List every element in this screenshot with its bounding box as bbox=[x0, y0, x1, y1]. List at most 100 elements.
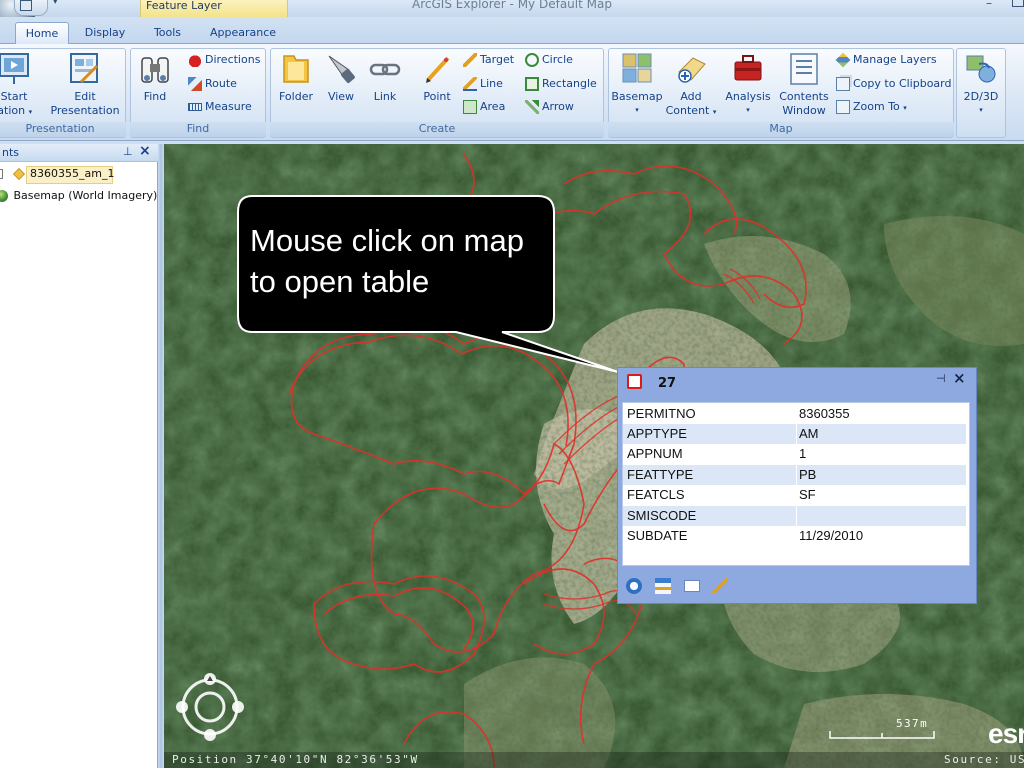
edit-pencil-icon[interactable] bbox=[712, 578, 728, 594]
layer-item-8360355[interactable]: 8360355_am_1 bbox=[0, 167, 114, 180]
basemap-grid-icon bbox=[622, 53, 652, 83]
table-row: SMISCODE bbox=[623, 506, 966, 526]
arrow-button[interactable]: Arrow bbox=[525, 99, 574, 115]
minimize-button[interactable]: – bbox=[986, 0, 992, 10]
email-icon[interactable] bbox=[684, 580, 700, 592]
target-label: Target bbox=[480, 53, 515, 66]
basemap-dropdown-icon: ▾ bbox=[635, 106, 639, 114]
tab-display[interactable]: Display bbox=[76, 22, 134, 44]
field-name: PERMITNO bbox=[627, 406, 696, 421]
layer-checkbox[interactable] bbox=[0, 169, 3, 179]
toggle-2d3d-button[interactable]: 2D/3D ▾ bbox=[956, 52, 1006, 118]
add-content-icon bbox=[678, 57, 706, 83]
link-button[interactable]: Link bbox=[366, 52, 404, 108]
folder-button[interactable]: Folder bbox=[276, 52, 316, 108]
measure-label: Measure bbox=[205, 100, 252, 113]
edit-presentation-button[interactable]: Edit Presentation bbox=[50, 52, 120, 118]
contents-window-label-2: Window bbox=[782, 104, 826, 117]
tab-home[interactable]: Home bbox=[15, 22, 69, 44]
point-button[interactable]: Point bbox=[418, 52, 456, 108]
add-to-map-icon[interactable] bbox=[655, 578, 671, 594]
area-button[interactable]: Area bbox=[463, 99, 505, 115]
basemap-button[interactable]: Basemap ▾ bbox=[611, 52, 663, 118]
callout-line-2: to open table bbox=[250, 264, 430, 299]
start-label-2-wrap: Presentation ▾ bbox=[0, 104, 46, 119]
field-value: 8360355 bbox=[799, 406, 850, 421]
directions-car-icon bbox=[188, 53, 202, 67]
field-name: FEATTYPE bbox=[627, 467, 694, 482]
dropdown-arrow-icon: ▾ bbox=[712, 108, 717, 116]
circle-icon bbox=[525, 53, 539, 67]
tab-tools[interactable]: Tools bbox=[140, 22, 195, 44]
navigation-control[interactable] bbox=[174, 671, 246, 743]
presentation-screen-icon bbox=[0, 53, 29, 84]
manage-layers-icon bbox=[835, 52, 851, 68]
feature-layer-icon bbox=[12, 168, 25, 180]
circle-button[interactable]: Circle bbox=[525, 52, 573, 68]
table-row: APPNUM 1 bbox=[623, 444, 966, 464]
contents-window-icon bbox=[790, 53, 818, 85]
field-name: APPNUM bbox=[627, 446, 683, 461]
route-button[interactable]: Route bbox=[188, 76, 237, 92]
directions-label: Directions bbox=[205, 53, 261, 66]
analysis-button[interactable]: Analysis ▾ bbox=[725, 52, 771, 118]
layer-item-basemap[interactable]: Basemap (World Imagery) bbox=[0, 189, 157, 202]
find-button[interactable]: Find bbox=[136, 52, 174, 108]
field-value: 11/29/2010 bbox=[799, 528, 864, 543]
table-row: FEATTYPE PB bbox=[623, 465, 966, 485]
copy-to-clipboard-button[interactable]: Copy to Clipboard bbox=[836, 76, 951, 92]
target-button[interactable]: Target bbox=[463, 52, 514, 68]
start-label-1: Start bbox=[0, 90, 28, 103]
analysis-toolbox-icon bbox=[734, 55, 762, 81]
layer-label: 8360355_am_1 bbox=[30, 167, 115, 180]
tab-appearance[interactable]: Appearance bbox=[200, 22, 286, 44]
position-readout: Position 37°40'10"N 82°36'53"W bbox=[172, 753, 419, 766]
group-label-find: Find bbox=[130, 122, 266, 137]
arcgis-explorer-window: Feature Layer ArcGIS Explorer - My Defau… bbox=[0, 0, 1024, 768]
point-pencil-icon bbox=[426, 56, 450, 83]
edit-label-1: Edit bbox=[74, 90, 96, 103]
table-row: FEATCLS SF bbox=[623, 485, 966, 505]
contents-pane-header bbox=[0, 144, 158, 162]
start-label-2: Presentation bbox=[0, 104, 26, 117]
popup-title: 27 bbox=[658, 376, 677, 391]
start-presentation-button[interactable]: Start Presentation ▾ bbox=[0, 52, 44, 118]
pin-icon[interactable]: ⊥ bbox=[123, 145, 133, 158]
target-pencil-icon bbox=[463, 53, 477, 67]
add-content-label-2-wrap: Content ▾ bbox=[663, 104, 719, 119]
contents-pane bbox=[0, 144, 158, 768]
field-value: 1 bbox=[799, 446, 807, 461]
close-pane-icon[interactable]: × bbox=[139, 143, 151, 159]
quick-access-dropdown-icon[interactable]: ▾ bbox=[53, 0, 58, 7]
popup-close-icon[interactable]: × bbox=[953, 369, 966, 387]
dropdown-arrow-icon: ▾ bbox=[903, 104, 907, 112]
area-pencil-icon bbox=[463, 100, 477, 114]
field-name: SMISCODE bbox=[627, 508, 697, 523]
zoom-to-button[interactable]: Zoom To ▾ bbox=[836, 99, 907, 115]
folder-icon bbox=[283, 55, 309, 83]
copy-to-clipboard-label: Copy to Clipboard bbox=[853, 77, 952, 90]
contents-pane-title: nts bbox=[2, 146, 20, 159]
view-button[interactable]: View bbox=[322, 52, 360, 108]
esri-logo: esri bbox=[988, 718, 1024, 749]
directions-button[interactable]: Directions bbox=[188, 52, 260, 68]
maximize-button[interactable] bbox=[1012, 0, 1024, 7]
zoom-to-icon bbox=[836, 100, 850, 114]
add-content-button[interactable]: Add Content ▾ bbox=[663, 52, 719, 118]
rectangle-icon bbox=[525, 77, 539, 91]
group-label-map: Map bbox=[608, 122, 954, 137]
popup-pin-icon[interactable]: ⊣ bbox=[936, 372, 946, 385]
contents-window-button[interactable]: Contents Window bbox=[778, 52, 830, 118]
view-label: View bbox=[327, 90, 355, 103]
manage-layers-button[interactable]: Manage Layers bbox=[835, 52, 937, 68]
manage-layers-label: Manage Layers bbox=[853, 53, 937, 66]
table-row: SUBDATE 11/29/2010 bbox=[623, 526, 966, 546]
basemap-label: Basemap bbox=[611, 90, 663, 103]
measure-button[interactable]: Measure bbox=[188, 99, 252, 115]
quick-access-toolbar bbox=[14, 0, 48, 16]
zoom-to-feature-icon[interactable] bbox=[626, 578, 642, 594]
area-label: Area bbox=[480, 100, 506, 113]
line-button[interactable]: Line bbox=[463, 76, 503, 92]
rectangle-button[interactable]: Rectangle bbox=[525, 76, 597, 92]
save-icon[interactable] bbox=[20, 0, 32, 11]
